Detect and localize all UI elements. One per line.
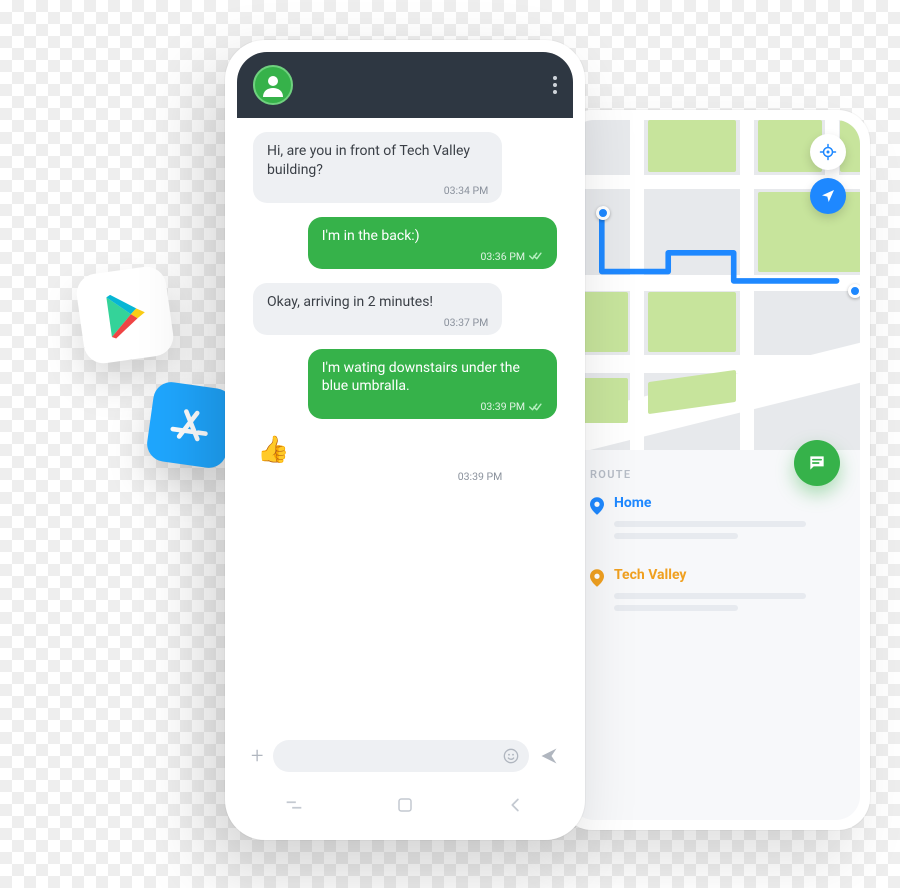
map-phone: ROUTE Home Tech Valley bbox=[560, 110, 870, 830]
chat-phone: Hi, are you in front of Tech Valley buil… bbox=[225, 40, 585, 840]
route-stop-home[interactable]: Home bbox=[590, 495, 840, 545]
emoji-icon[interactable] bbox=[503, 748, 519, 764]
route-stop-destination[interactable]: Tech Valley bbox=[590, 567, 840, 617]
message-incoming: Okay, arriving in 2 minutes! 03:37 PM bbox=[253, 283, 502, 335]
route-panel: ROUTE Home Tech Valley bbox=[570, 450, 860, 820]
android-navbar bbox=[237, 782, 573, 828]
chat-screen: Hi, are you in front of Tech Valley buil… bbox=[237, 52, 573, 828]
message-outgoing: I'm in the back:) 03:36 PM bbox=[308, 217, 557, 269]
pin-icon bbox=[590, 497, 604, 515]
more-button[interactable] bbox=[553, 76, 557, 94]
play-store-icon bbox=[98, 288, 152, 342]
route-stop-label: Tech Valley bbox=[614, 567, 840, 583]
send-button[interactable] bbox=[539, 746, 559, 766]
recents-icon[interactable] bbox=[283, 794, 305, 816]
route-stop-label: Home bbox=[614, 495, 840, 511]
message-outgoing: I'm wating downstairs under the blue umb… bbox=[308, 349, 557, 420]
app-store-icon bbox=[165, 400, 215, 450]
route-start-dot bbox=[596, 206, 610, 220]
attach-button[interactable]: + bbox=[251, 744, 263, 769]
crosshair-icon bbox=[819, 143, 837, 161]
read-receipt-icon bbox=[529, 251, 543, 261]
chat-icon bbox=[807, 453, 827, 473]
pin-icon bbox=[590, 569, 604, 587]
back-icon[interactable] bbox=[505, 794, 527, 816]
chat-header bbox=[237, 52, 573, 118]
locate-button[interactable] bbox=[810, 134, 846, 170]
route-end-dot bbox=[848, 284, 860, 298]
open-chat-button[interactable] bbox=[794, 440, 840, 486]
message-incoming: Hi, are you in front of Tech Valley buil… bbox=[253, 132, 502, 203]
message-emoji: 👍 03:39 PM bbox=[253, 433, 502, 483]
person-icon bbox=[261, 73, 285, 97]
chat-input-row: + bbox=[237, 730, 573, 782]
read-receipt-icon bbox=[529, 402, 543, 412]
avatar[interactable] bbox=[253, 65, 293, 105]
navigate-icon bbox=[820, 188, 836, 204]
map-area[interactable] bbox=[570, 120, 860, 450]
message-input[interactable] bbox=[273, 740, 529, 772]
map-screen: ROUTE Home Tech Valley bbox=[570, 120, 860, 820]
app-store-badge[interactable] bbox=[145, 380, 235, 470]
navigate-button[interactable] bbox=[810, 178, 846, 214]
chat-body: Hi, are you in front of Tech Valley buil… bbox=[237, 118, 573, 730]
home-icon[interactable] bbox=[396, 796, 414, 814]
google-play-badge[interactable] bbox=[74, 264, 176, 366]
